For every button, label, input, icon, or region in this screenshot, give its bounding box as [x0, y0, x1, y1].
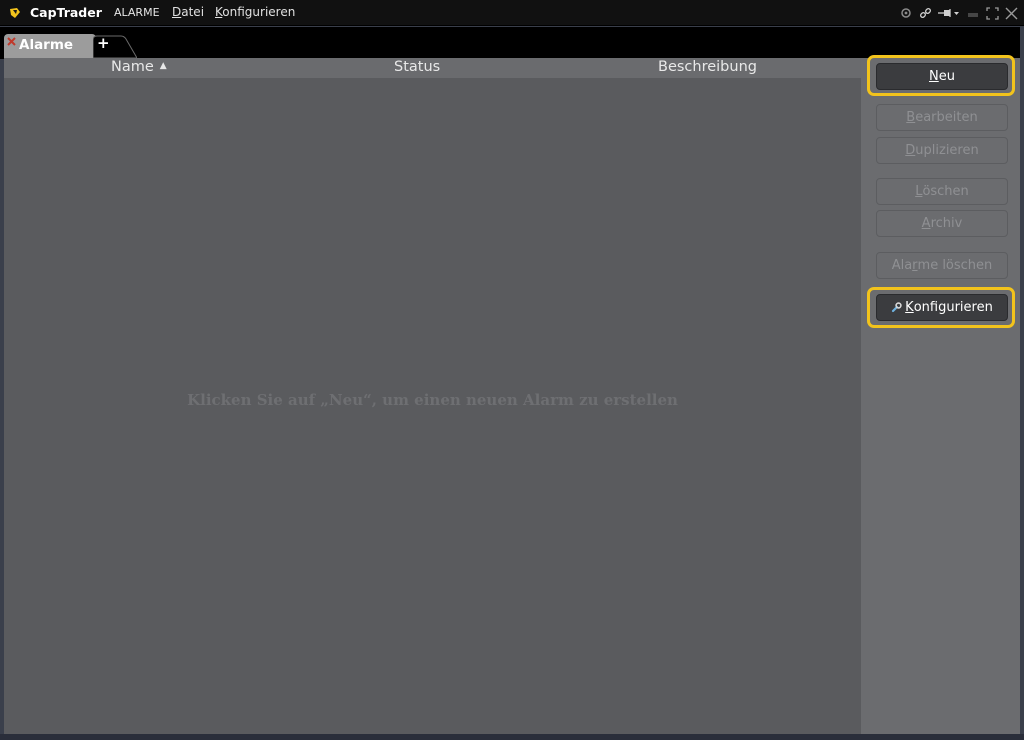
button-mnemonic: L — [915, 184, 923, 199]
duplizieren-button[interactable]: Duplizieren — [876, 137, 1008, 164]
button-label: rchiv — [930, 216, 963, 231]
close-icon[interactable] — [1004, 6, 1018, 20]
button-label: onfigurieren — [913, 300, 993, 315]
archiv-button[interactable]: Archiv — [876, 210, 1008, 237]
column-header-name[interactable]: Name ▲ — [111, 59, 167, 75]
window-name: ALARME — [114, 6, 160, 19]
neu-button[interactable]: Neu — [876, 63, 1008, 90]
menu-label: atei — [181, 5, 205, 19]
button-mnemonic: B — [906, 110, 916, 125]
loeschen-button[interactable]: Löschen — [876, 178, 1008, 205]
table-header: Name ▲ Status Beschreibung — [4, 58, 861, 78]
alarme-window: CapTrader ALARME Datei Konfigurieren Ala… — [0, 0, 1024, 740]
maximize-icon[interactable] — [985, 6, 999, 20]
button-label: eu — [938, 69, 955, 84]
tab-label: Alarme — [19, 37, 74, 53]
wrench-icon — [892, 302, 902, 313]
button-mnemonic: K — [905, 300, 914, 315]
button-mnemonic: A — [921, 216, 931, 231]
button-label: earbeiten — [915, 110, 978, 125]
menu-datei[interactable]: Datei — [172, 5, 204, 19]
minimize-icon[interactable] — [966, 6, 980, 20]
link-icon[interactable] — [918, 6, 932, 20]
column-label: Status — [394, 59, 441, 75]
button-label: me löschen — [917, 258, 993, 273]
app-name: CapTrader — [30, 5, 102, 20]
konfigurieren-button[interactable]: Konfigurieren — [876, 294, 1008, 321]
sort-ascending-icon: ▲ — [159, 61, 167, 71]
empty-state-message: Klicken Sie auf „Neu“, um einen neuen Al… — [187, 391, 678, 409]
settings-icon[interactable] — [899, 6, 913, 20]
alarm-list: Name ▲ Status Beschreibung Klicken Sie au… — [4, 58, 861, 734]
button-mnemonic: N — [929, 69, 939, 84]
tab-alarme[interactable]: Alarme — [4, 34, 96, 58]
captrader-logo-icon — [10, 8, 20, 18]
menu-konfigurieren[interactable]: Konfigurieren — [215, 5, 295, 19]
column-label: Name — [111, 59, 154, 75]
column-header-status[interactable]: Status — [394, 59, 440, 75]
window-bottom-border — [0, 734, 1024, 740]
tab-strip — [0, 27, 1024, 59]
plus-icon: + — [97, 34, 110, 52]
alarme-loeschen-button[interactable]: Ala r me löschen — [876, 252, 1008, 279]
button-mnemonic: D — [905, 143, 916, 158]
button-label: uplizieren — [915, 143, 979, 158]
window-border — [1020, 27, 1024, 740]
title-bar: CapTrader ALARME Datei Konfigurieren — [0, 0, 1024, 26]
column-header-beschreibung[interactable]: Beschreibung — [658, 59, 757, 75]
button-label: öschen — [922, 184, 969, 199]
button-label: Ala — [891, 258, 913, 273]
window-controls — [899, 4, 1018, 22]
add-tab-button[interactable]: + — [93, 34, 137, 58]
close-x-icon[interactable] — [7, 37, 16, 46]
bearbeiten-button[interactable]: Bearbeiten — [876, 104, 1008, 131]
menu-mnemonic: D — [172, 5, 182, 19]
pin-icon[interactable] — [937, 6, 961, 20]
menu-label: onfigurieren — [222, 5, 296, 19]
action-panel: Neu Bearbeiten Duplizieren Löschen Archi… — [861, 55, 1020, 734]
column-label: Beschreibung — [658, 59, 757, 75]
